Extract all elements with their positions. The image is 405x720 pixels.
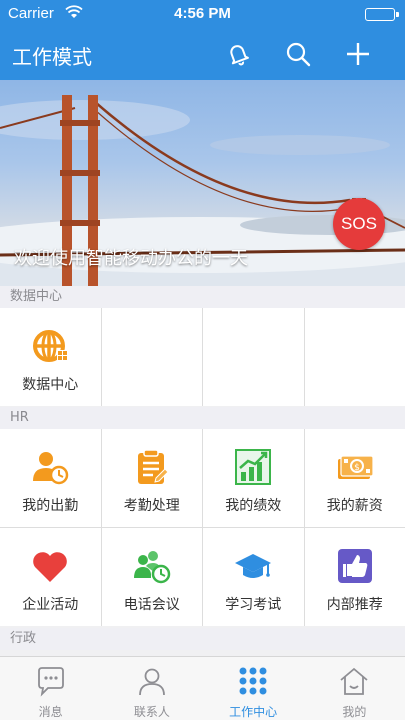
tab-contacts[interactable]: 联系人 — [101, 657, 202, 720]
grid-item-label: 考勤处理 — [123, 498, 180, 514]
clock: 4:56 PM — [174, 5, 231, 22]
status-bar: Carrier 4:56 PM — [0, 0, 405, 28]
grid-item-label: 企业活动 — [22, 597, 79, 613]
grid-item-data-center[interactable]: 数据中心 — [0, 308, 101, 406]
cash-icon: $ — [335, 447, 375, 487]
home-icon — [338, 665, 370, 697]
section-header-admin: 行政 — [0, 628, 405, 650]
thumbs-up-icon — [335, 546, 375, 586]
tab-me[interactable]: 我的 — [304, 657, 405, 720]
grid-item-my-performance[interactable]: 我的绩效 — [203, 429, 304, 527]
user-clock-icon — [30, 447, 70, 487]
heart-icon — [30, 546, 70, 586]
tab-label: 消息 — [38, 705, 63, 719]
section-header-data-center: 数据中心 — [0, 286, 405, 308]
tab-label: 我的 — [342, 705, 367, 719]
tab-messages[interactable]: 消息 — [0, 657, 101, 720]
empty-cell — [101, 308, 202, 406]
search-icon[interactable] — [284, 40, 312, 68]
battery-icon — [365, 8, 399, 21]
chat-icon — [35, 665, 67, 697]
grid-item-internal-referral[interactable]: 内部推荐 — [304, 528, 405, 626]
group-clock-icon — [132, 546, 172, 586]
grid-item-label: 内部推荐 — [326, 597, 383, 613]
grid-item-label: 学习考试 — [225, 597, 282, 613]
dots-grid-icon — [237, 665, 269, 697]
data-center-grid: 数据中心 — [0, 308, 405, 406]
tab-label: 联系人 — [133, 705, 170, 719]
tab-bar: 消息 联系人 工作中心 我的 — [0, 656, 405, 720]
tab-label: 工作中心 — [229, 705, 278, 719]
page-title: 工作模式 — [12, 45, 92, 69]
empty-cell — [203, 308, 304, 406]
hr-grid: 我的出勤 考勤处理 我的绩效 $ 我的薪资 企业活动 电话会议 学习考试 内部推… — [0, 429, 405, 626]
banner[interactable]: 欢迎使用智能移动办公的一天 SOS — [0, 80, 405, 286]
sos-button[interactable]: SOS — [333, 198, 385, 250]
grid-item-label: 电话会议 — [123, 597, 180, 613]
tab-work-center[interactable]: 工作中心 — [203, 657, 304, 720]
section-header-hr: HR — [0, 407, 405, 429]
grid-item-my-attendance[interactable]: 我的出勤 — [0, 429, 101, 527]
svg-text:$: $ — [354, 463, 360, 473]
grid-item-training-exam[interactable]: 学习考试 — [203, 528, 304, 626]
nav-bar: 工作模式 — [0, 28, 405, 80]
bell-icon[interactable] — [224, 40, 252, 68]
add-icon[interactable] — [344, 40, 372, 68]
banner-caption: 欢迎使用智能移动办公的一天 — [14, 248, 248, 269]
growth-chart-icon — [233, 447, 273, 487]
graduation-cap-icon — [233, 546, 273, 586]
grid-item-label: 我的绩效 — [225, 498, 282, 514]
grid-item-conference-call[interactable]: 电话会议 — [101, 528, 202, 626]
empty-cell — [304, 308, 405, 406]
globe-grid-icon — [30, 326, 70, 366]
grid-item-label: 我的出勤 — [22, 498, 79, 514]
grid-item-company-events[interactable]: 企业活动 — [0, 528, 101, 626]
grid-item-attendance-processing[interactable]: 考勤处理 — [101, 429, 202, 527]
grid-item-my-salary[interactable]: $ 我的薪资 — [304, 429, 405, 527]
grid-item-label: 数据中心 — [22, 377, 79, 393]
person-icon — [136, 665, 168, 697]
checklist-icon — [132, 447, 172, 487]
grid-item-label: 我的薪资 — [326, 498, 383, 514]
